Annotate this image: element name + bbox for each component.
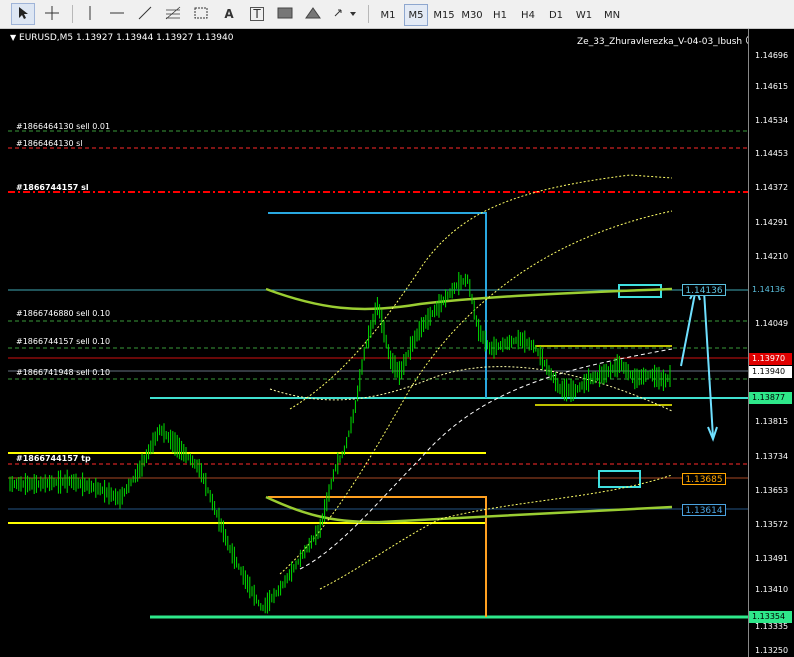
cursor-icon xyxy=(17,6,29,23)
lime-ma-upper xyxy=(265,287,673,311)
candlesticks xyxy=(9,272,671,614)
timeframe-mn[interactable]: MN xyxy=(600,4,624,26)
axis-tick: 1.14534 xyxy=(755,116,789,125)
toolbar-separator xyxy=(72,5,73,23)
timeframe-m15[interactable]: M15 xyxy=(432,4,456,26)
symbol-info-text: EURUSD,M5 1.13927 1.13944 1.13927 1.1394… xyxy=(19,33,234,43)
orange-price-label: 1.13685 xyxy=(682,473,726,485)
order-label: #1866744157 sl xyxy=(16,183,89,192)
arrows-tool-button[interactable] xyxy=(330,3,360,25)
chart-toolbar: A T M1 M5 M15 M30 H1 H4 D1 W1 MN xyxy=(0,0,794,29)
arrows-icon xyxy=(332,6,358,23)
cursor-tool-button[interactable] xyxy=(11,3,35,25)
axis-tick: 1.13572 xyxy=(755,520,789,529)
axis-tick: 1.14049 xyxy=(755,319,789,328)
chart-menu-triangle-icon: ▼ xyxy=(10,33,17,42)
timeframe-m5[interactable]: M5 xyxy=(404,4,428,26)
axis-tick: 1.13815 xyxy=(755,417,789,426)
cyan-price-label: 1.14136 xyxy=(682,284,726,296)
text-label-icon: T xyxy=(250,7,264,21)
timeframe-m30[interactable]: M30 xyxy=(460,4,484,26)
price-chart[interactable]: ▼ EURUSD,M5 1.13927 1.13944 1.13927 1.13… xyxy=(0,29,794,657)
channel-icon xyxy=(193,5,209,24)
axis-tick: 1.14453 xyxy=(755,149,789,158)
cyan-target-box-lower xyxy=(598,470,641,488)
channel-tool-button[interactable] xyxy=(190,3,212,25)
axis-price-green-bottom: 1.13354 xyxy=(749,611,792,623)
rectangle-icon xyxy=(277,7,293,22)
horizontal-line-tool-button[interactable] xyxy=(106,3,128,25)
vertical-line-tool-button[interactable] xyxy=(80,3,100,25)
price-axis[interactable]: 1.14696 1.14615 1.14534 1.14453 1.14372 … xyxy=(748,29,794,657)
timeframe-m1[interactable]: M1 xyxy=(376,4,400,26)
vertical-line-icon xyxy=(85,5,95,24)
axis-tick: 1.13491 xyxy=(755,554,789,563)
text-tool-button[interactable]: A xyxy=(218,3,240,25)
chart-plot[interactable] xyxy=(0,29,748,657)
axis-price-cyan: 1.14136 xyxy=(749,284,792,296)
order-label: #1866746880 sell 0.10 xyxy=(16,309,111,318)
up-arrow xyxy=(680,287,697,367)
fibonacci-tool-button[interactable] xyxy=(162,3,184,25)
horizontal-line-icon xyxy=(109,8,125,21)
axis-tick: 1.13410 xyxy=(755,585,789,594)
timeframe-h1[interactable]: H1 xyxy=(488,4,512,26)
axis-tick: 1.13250 xyxy=(755,646,789,655)
axis-tick: 1.13653 xyxy=(755,486,789,495)
triangle-icon xyxy=(305,6,321,23)
triangle-tool-button[interactable] xyxy=(302,3,324,25)
trendline-tool-button[interactable] xyxy=(134,3,156,25)
crosshair-tool-button[interactable] xyxy=(40,3,64,25)
axis-tick: 1.14372 xyxy=(755,183,789,192)
axis-tick: 1.14291 xyxy=(755,218,789,227)
timeframe-w1[interactable]: W1 xyxy=(572,4,596,26)
axis-tick: 1.13734 xyxy=(755,452,789,461)
fibonacci-icon xyxy=(164,5,182,24)
expert-name: Ze_33_Zhuravlerezka_V-04-03_Ibush xyxy=(577,37,743,47)
timeframe-d1[interactable]: D1 xyxy=(544,4,568,26)
order-label: #1866464130 sl xyxy=(16,139,83,148)
text-label-tool-button[interactable]: T xyxy=(246,3,268,25)
trendline-icon xyxy=(137,5,153,24)
envelope-lower xyxy=(319,474,673,590)
blue-price-label: 1.13614 xyxy=(682,504,726,516)
expert-advisor-label: Ze_33_Zhuravlerezka_V-04-03_Ibush ☺ xyxy=(577,34,756,47)
chart-symbol-info: ▼ EURUSD,M5 1.13927 1.13944 1.13927 1.13… xyxy=(10,33,233,43)
axis-tick: 1.13335 xyxy=(755,622,789,631)
axis-price-red: 1.13970 xyxy=(749,353,792,365)
axis-price-green: 1.13877 xyxy=(749,392,792,404)
crosshair-icon xyxy=(44,5,60,24)
down-arrow xyxy=(703,290,714,438)
axis-tick: 1.14210 xyxy=(755,252,789,261)
axis-tick: 1.14696 xyxy=(755,51,789,60)
axis-tick: 1.14615 xyxy=(755,82,789,91)
rectangle-tool-button[interactable] xyxy=(274,3,296,25)
order-label: #1866464130 sell 0.01 xyxy=(16,122,111,131)
timeframe-h4[interactable]: H4 xyxy=(516,4,540,26)
axis-price-current: 1.13940 xyxy=(749,366,792,378)
order-label: #1866741948 sell 0.10 xyxy=(16,368,111,377)
order-label: #1866744157 sell 0.10 xyxy=(16,337,111,346)
order-label: #1866744157 tp xyxy=(16,454,91,463)
toolbar-separator xyxy=(368,5,369,23)
